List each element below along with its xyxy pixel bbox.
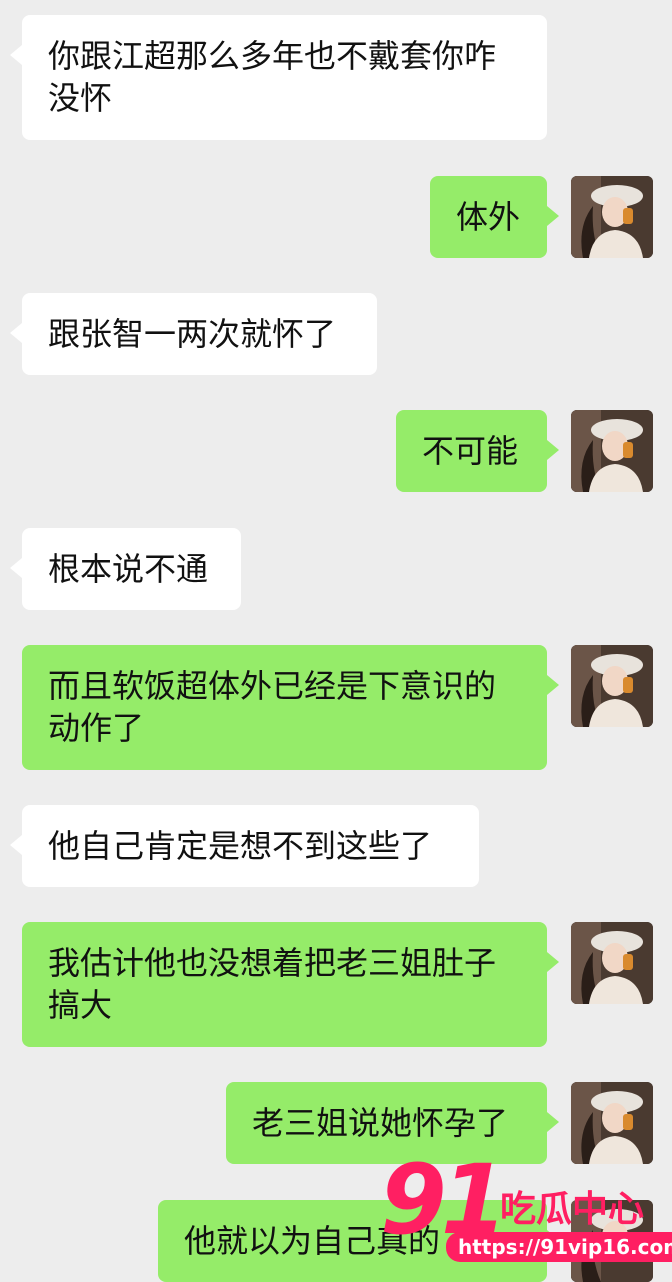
- outgoing-message-bubble[interactable]: 而且软饭超体外已经是下意识的动作了: [22, 645, 559, 770]
- chat-conversation[interactable]: 你跟江超那么多年也不戴套你咋没怀 体外 跟张智一两次就怀了 不可能 根本说不通 …: [0, 0, 672, 1282]
- avatar-image: [571, 645, 653, 727]
- watermark-url: https://91vip16.com: [446, 1232, 672, 1262]
- avatar-image: [571, 410, 653, 492]
- site-watermark: 91 吃瓜中心 https://91vip16.com: [380, 1144, 672, 1275]
- incoming-message-bubble[interactable]: 跟张智一两次就怀了: [10, 293, 377, 375]
- avatar-image: [571, 922, 653, 1004]
- message-text: 不可能: [422, 432, 519, 470]
- outgoing-message-bubble[interactable]: 体外: [430, 176, 559, 258]
- incoming-message-bubble[interactable]: 他自己肯定是想不到这些了: [10, 805, 479, 887]
- message-text: 跟张智一两次就怀了: [48, 315, 337, 353]
- incoming-message-bubble[interactable]: 根本说不通: [10, 528, 241, 610]
- message-text: 体外: [456, 198, 521, 236]
- user-avatar[interactable]: [571, 922, 653, 1004]
- outgoing-message-bubble[interactable]: 不可能: [396, 410, 559, 492]
- avatar-image: [571, 176, 653, 258]
- user-avatar[interactable]: [571, 645, 653, 727]
- message-text: 根本说不通: [48, 550, 209, 588]
- outgoing-message-bubble[interactable]: 我估计他也没想着把老三姐肚子搞大: [22, 922, 559, 1047]
- user-avatar[interactable]: [571, 176, 653, 258]
- watermark-title: 吃瓜中心: [500, 1189, 645, 1230]
- message-text: 你跟江超那么多年也不戴套你咋没怀: [48, 37, 497, 117]
- message-text: 而且软饭超体外已经是下意识的动作了: [48, 667, 497, 747]
- message-text: 我估计他也没想着把老三姐肚子搞大: [48, 944, 497, 1024]
- message-text: 老三姐说她怀孕了: [252, 1104, 509, 1142]
- incoming-message-bubble[interactable]: 你跟江超那么多年也不戴套你咋没怀: [10, 15, 547, 140]
- message-text: 他自己肯定是想不到这些了: [48, 827, 433, 865]
- user-avatar[interactable]: [571, 410, 653, 492]
